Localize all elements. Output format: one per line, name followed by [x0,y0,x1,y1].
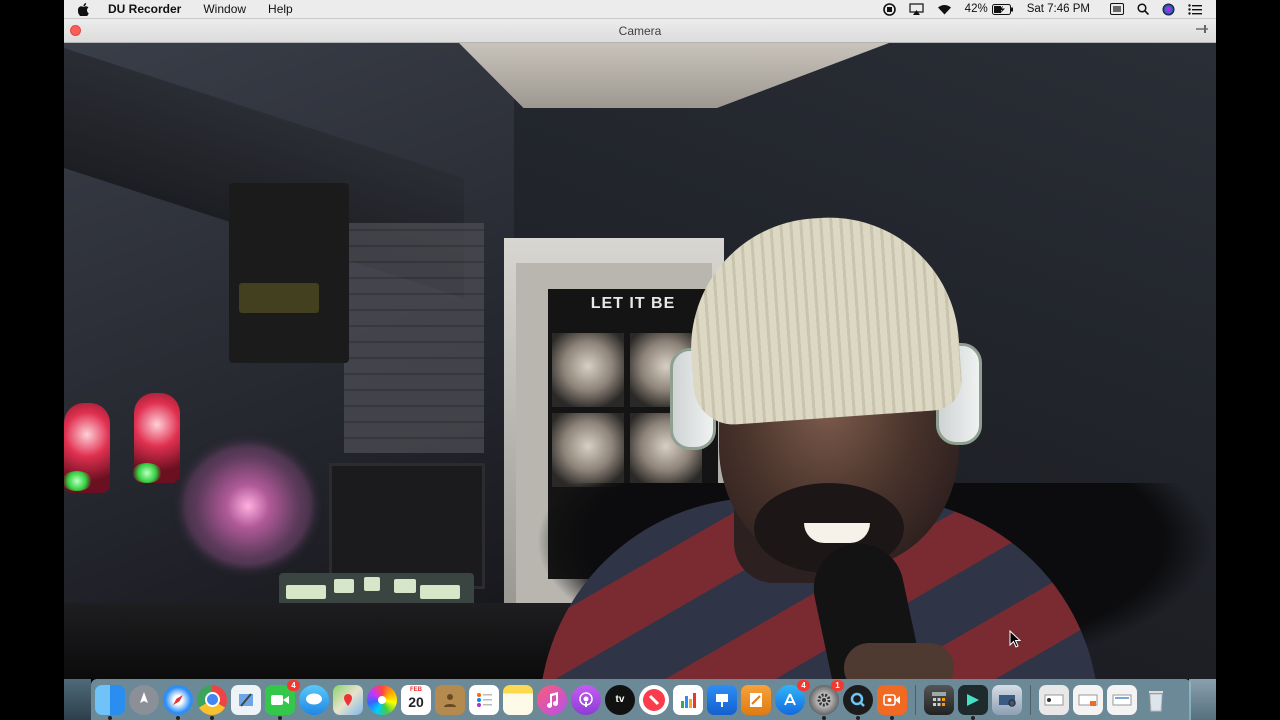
desktop-stack-icon[interactable] [1107,684,1137,715]
numbers-icon[interactable] [673,684,703,715]
trash-icon[interactable] [1141,685,1171,715]
photos-icon[interactable] [367,684,397,715]
brick-wall [344,223,484,453]
battery-charging-icon[interactable] [991,0,1014,18]
calendar-month: FEB [410,686,422,693]
podcasts-icon[interactable] [571,684,601,715]
controller-light [364,577,380,591]
spotlight-search-icon[interactable] [1137,0,1149,18]
hand [844,643,954,679]
window-title: Camera [618,23,662,38]
album-photo [552,413,624,487]
controller-light [420,585,460,599]
plasma-ball [186,447,310,565]
music-icon[interactable] [537,684,567,715]
calendar-icon[interactable]: FEB 20 [401,684,431,715]
mouse-cursor-icon [1009,629,1023,648]
notification-center-icon[interactable] [1188,0,1202,18]
apple-menu-icon[interactable] [78,2,98,16]
reminders-icon[interactable] [469,684,499,715]
screenshot-utility-icon[interactable] [992,684,1022,715]
smile [804,523,870,543]
facetime-icon[interactable]: 4 [265,679,300,720]
letterbox-right [1216,0,1280,720]
lamp-glow [132,463,162,483]
dock-separator [915,684,916,715]
documents-stack-icon[interactable] [1073,684,1103,715]
downloads-stack-icon[interactable] [1039,684,1069,715]
menu-bar: DU Recorder Window Help 42% Sat 7:46 PM [64,0,1216,19]
letterbox-left [0,0,64,720]
keynote-icon[interactable] [707,684,737,715]
pages-icon[interactable] [741,684,771,715]
studio-monitor [329,463,485,589]
desk [64,603,584,679]
apple-tv-icon[interactable]: tv [605,684,635,715]
wall-poster-text-area [239,283,319,313]
safari-icon[interactable] [163,684,193,720]
news-icon[interactable] [639,684,669,715]
calculator-icon[interactable] [924,684,954,715]
calendar-day: 20 [408,693,424,710]
finder-icon[interactable] [95,684,125,720]
messages-icon[interactable] [299,684,329,715]
notes-icon[interactable] [503,684,533,715]
du-recorder-icon[interactable] [877,684,907,720]
menu-bar-status-area: 42% Sat 7:46 PM [882,0,1216,18]
record-stop-icon[interactable] [882,0,896,18]
app-name-menu[interactable]: DU Recorder [108,2,181,16]
desktop-wallpaper-edge [1189,679,1216,720]
controller-light [334,579,354,593]
menu-bar-clock[interactable]: Sat 7:46 PM [1027,3,1090,15]
airplay-icon[interactable] [909,0,924,18]
filmora-icon[interactable] [958,684,988,720]
pin-window-icon[interactable] [1196,23,1208,37]
system-preferences-badge: 1 [831,679,844,691]
app-store-icon[interactable]: 4 [775,679,810,715]
system-preferences-icon[interactable]: 1 [809,679,844,720]
desktop-wallpaper-edge [64,679,91,720]
dock: 4 FEB 20 tv 4 1 [91,679,1191,720]
album-poster-title: LET IT BE [590,295,676,312]
siri-icon[interactable] [1162,0,1175,18]
controller-light [286,585,326,599]
launchpad-icon[interactable] [129,684,159,715]
camera-feed: LET IT BE [64,43,1216,679]
chrome-icon[interactable] [197,684,227,720]
wifi-icon[interactable] [937,0,952,18]
facetime-badge: 4 [287,679,300,691]
maps-icon[interactable] [333,684,363,715]
window-titlebar[interactable]: Camera [64,19,1216,43]
close-window-button[interactable] [70,25,81,36]
window-menu[interactable]: Window [203,2,246,16]
camera-window: Camera LET IT BE [64,19,1216,679]
dock-separator [1030,684,1031,715]
help-menu[interactable]: Help [268,2,293,16]
album-photo [552,333,624,407]
wall-poster [229,183,349,363]
display-mirror-icon[interactable] [1110,0,1124,18]
preview-icon[interactable] [231,684,261,715]
contacts-icon[interactable] [435,684,465,715]
controller-light [394,579,416,593]
app-store-badge: 4 [797,679,810,691]
quicktime-icon[interactable] [843,684,873,720]
battery-percentage: 42% [964,3,988,15]
